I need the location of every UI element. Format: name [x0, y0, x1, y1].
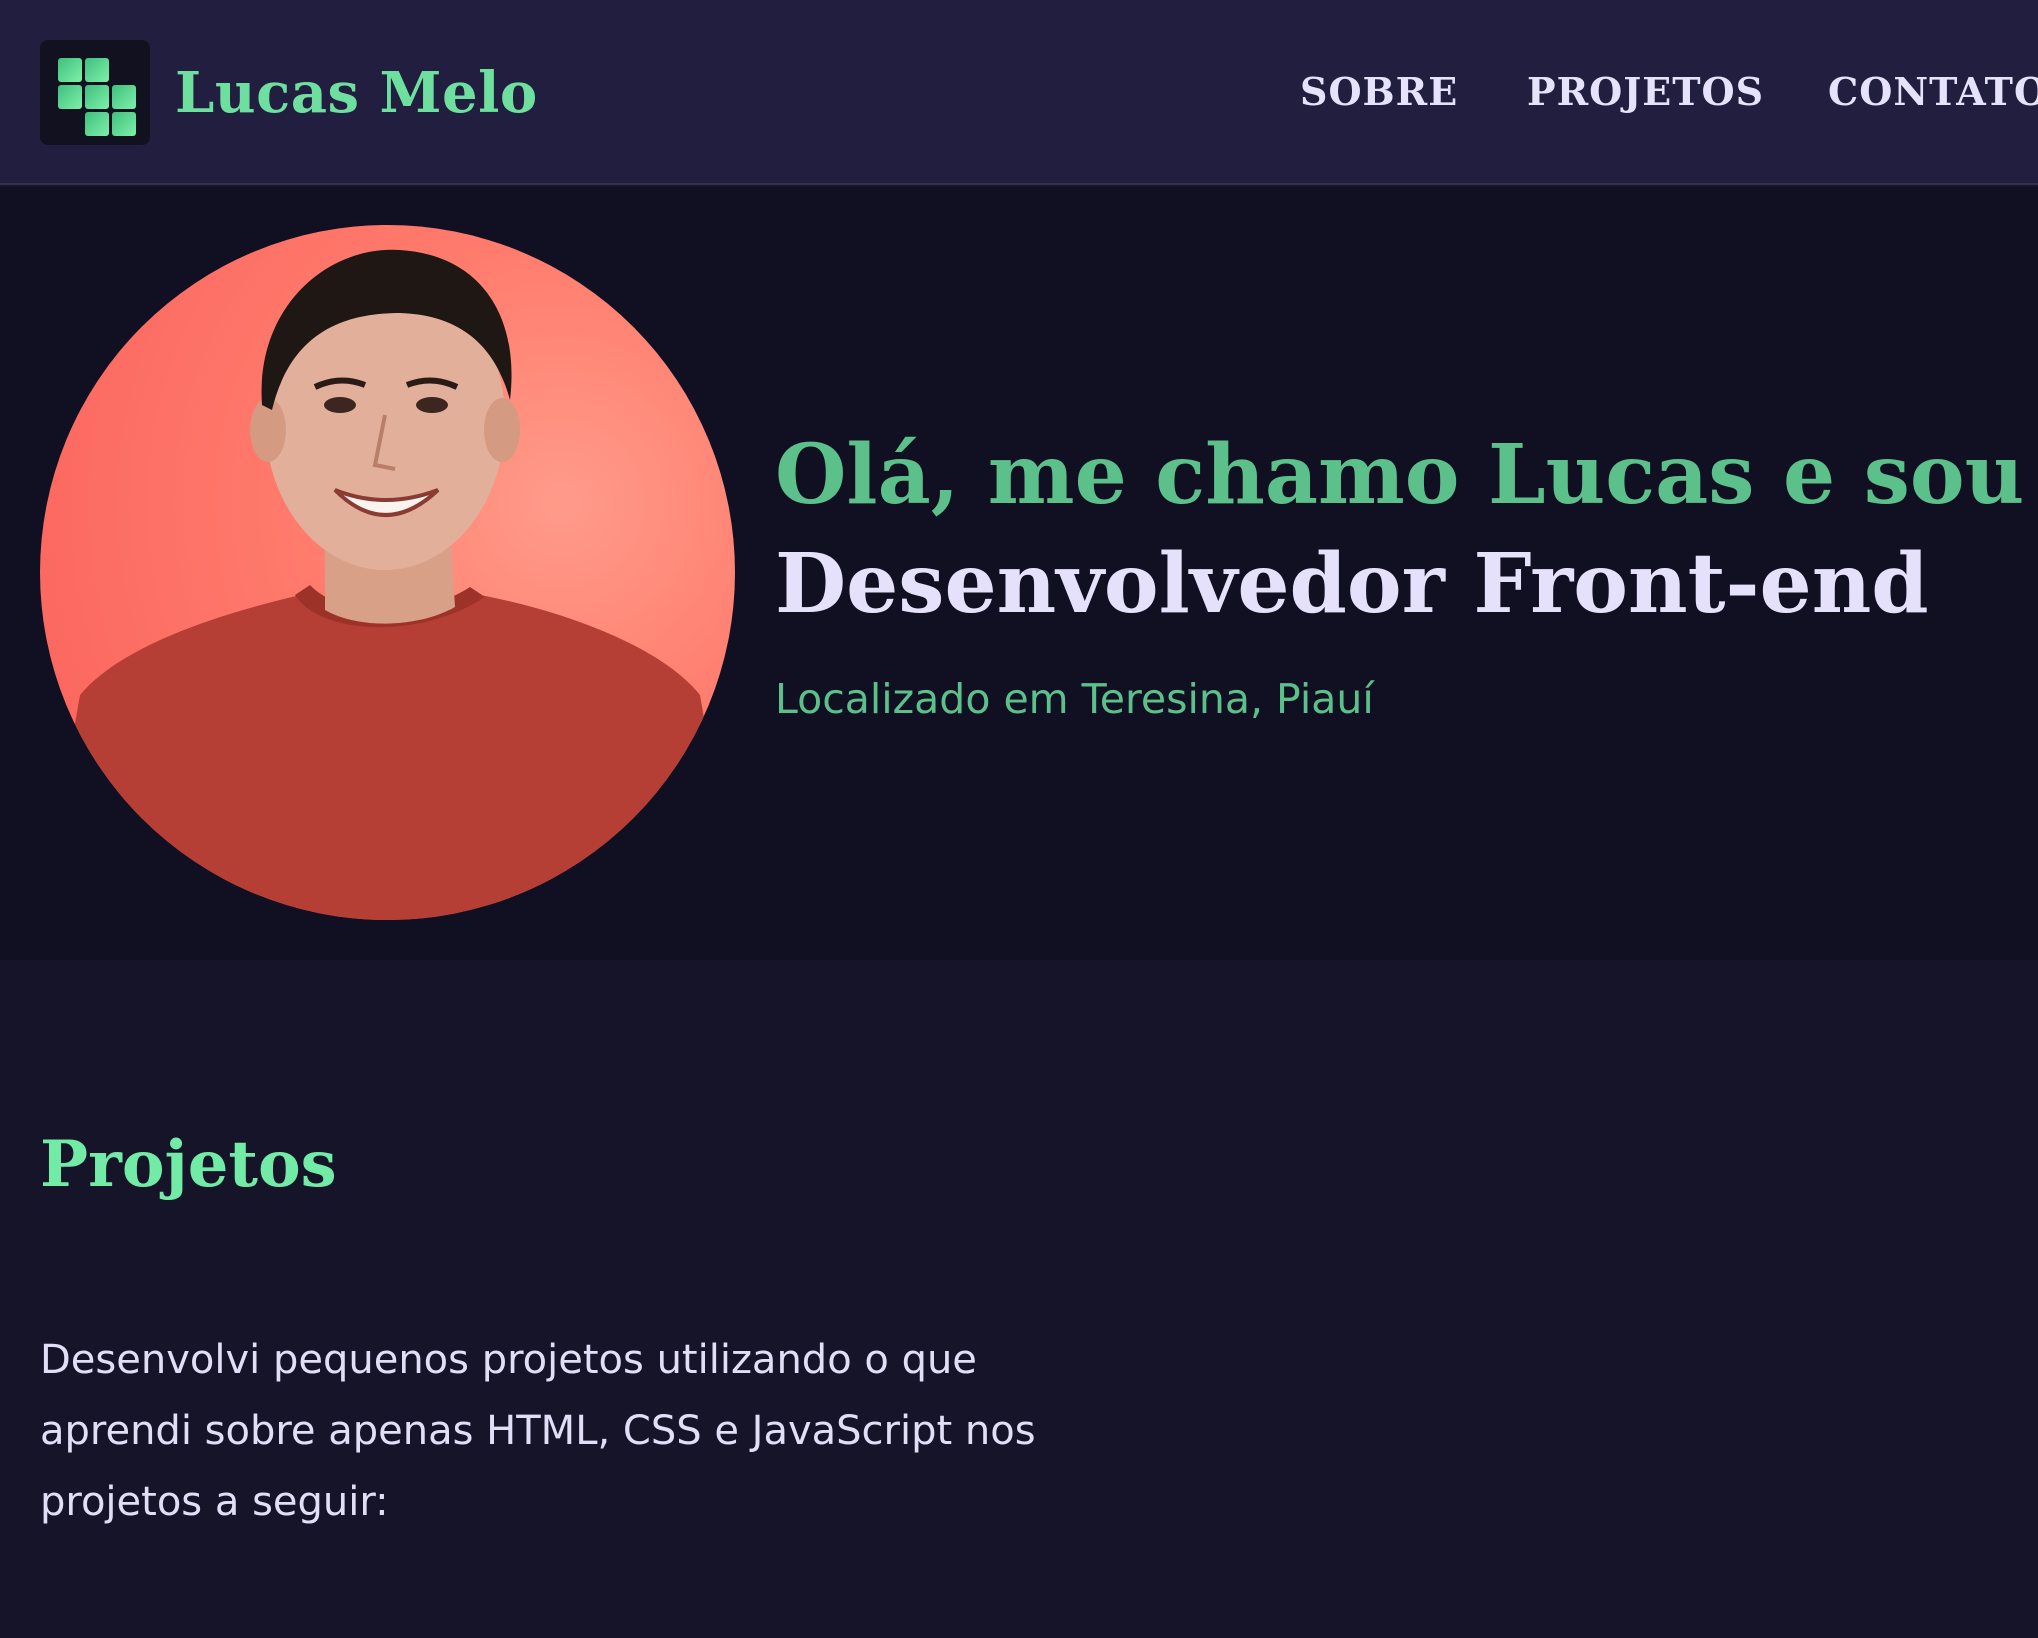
site-header: Lucas Melo SOBRE PROJETOS CONTATO — [0, 0, 2038, 185]
hero-section: Olá, me chamo Lucas e sou Desenvolvedor … — [0, 187, 2038, 960]
nav-link-projetos[interactable]: PROJETOS — [1527, 60, 1764, 124]
projects-description: Desenvolvi pequenos projetos utilizando … — [40, 1337, 1036, 1525]
projects-section: Projetos Desenvolvi pequenos projetos ut… — [0, 960, 2038, 1638]
hero-greeting: Olá, me chamo Lucas e sou — [775, 427, 2025, 523]
grid-blocks-icon[interactable] — [40, 40, 150, 145]
nav-link-contato[interactable]: CONTATO — [1828, 60, 2038, 124]
hero-location: Localizado em Teresina, Piauí — [775, 675, 1374, 723]
brand-name[interactable]: Lucas Melo — [175, 50, 538, 136]
projects-title: Projetos — [40, 1127, 337, 1202]
hero-role: Desenvolvedor Front-end — [775, 536, 1929, 632]
profile-photo — [40, 225, 735, 920]
nav-link-sobre[interactable]: SOBRE — [1300, 60, 1458, 124]
